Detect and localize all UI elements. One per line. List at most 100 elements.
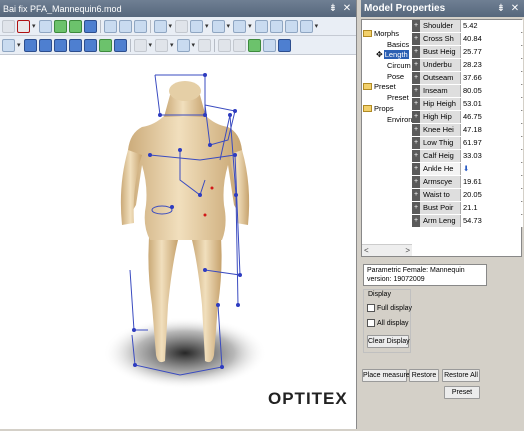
property-row[interactable]: + Armscye 19.61	[412, 176, 523, 188]
clear-display-button[interactable]: Clear Display	[367, 335, 410, 348]
expand-icon[interactable]: +	[412, 98, 420, 110]
all-display-checkbox[interactable]: All display	[367, 319, 409, 327]
property-value[interactable]: 53.01	[461, 98, 523, 110]
dropdown-caret-icon[interactable]: ▾	[17, 41, 21, 49]
property-row[interactable]: + Cross Sh 40.84	[412, 33, 523, 45]
tree-item-length[interactable]: ✥ Length	[376, 50, 409, 59]
display-icon[interactable]	[211, 19, 225, 33]
tree-item-props[interactable]: Props	[363, 104, 394, 113]
grid-icon[interactable]	[118, 19, 132, 33]
pin-tool-icon[interactable]	[233, 38, 247, 52]
restore-all-button[interactable]: Restore All	[442, 369, 480, 382]
restore-button[interactable]: Restore	[409, 369, 439, 382]
property-row[interactable]: + Inseam 80.05	[412, 85, 523, 97]
dropdown-arrow-icon[interactable]: ⬇	[463, 164, 469, 173]
dropdown-caret-icon[interactable]: ▾	[315, 22, 319, 30]
place-measure-button[interactable]: Place measure	[362, 369, 410, 382]
property-value[interactable]: 46.75	[461, 111, 523, 123]
view-side-icon[interactable]	[38, 38, 52, 52]
image-icon[interactable]	[133, 19, 147, 33]
full-display-checkbox[interactable]: Full display	[367, 304, 412, 312]
close-icon[interactable]: ✕	[341, 3, 353, 15]
property-row[interactable]: + Hip Heigh 53.01	[412, 98, 523, 110]
settings-icon[interactable]	[2, 19, 15, 33]
checkbox-box[interactable]	[367, 304, 375, 312]
property-row[interactable]: + Low Thig 61.97	[412, 137, 523, 149]
brush-icon[interactable]	[218, 38, 232, 52]
arrow-down-icon[interactable]	[68, 19, 82, 33]
scroll-left-icon[interactable]: <	[364, 246, 369, 255]
property-value[interactable]: 21.1	[461, 202, 523, 214]
dropdown-caret-icon[interactable]: ▾	[248, 22, 252, 30]
property-value[interactable]: 40.84	[461, 33, 523, 45]
property-value[interactable]: ⬇	[461, 163, 523, 175]
dropdown-caret-icon[interactable]: ▾	[149, 41, 153, 49]
monitor-icon[interactable]	[113, 38, 127, 52]
expand-icon[interactable]: +	[412, 111, 420, 123]
axis-icon[interactable]	[153, 19, 167, 33]
pin-icon[interactable]: ⇟	[327, 3, 339, 15]
property-value[interactable]: 33.03	[461, 150, 523, 162]
property-value[interactable]: 37.66	[461, 72, 523, 84]
preset-button[interactable]: Preset	[444, 386, 480, 399]
window-icon[interactable]	[38, 19, 52, 33]
play-icon[interactable]	[83, 19, 97, 33]
property-value[interactable]: 54.73	[461, 215, 523, 227]
horizontal-scrollbar[interactable]: < >	[362, 244, 412, 256]
fabric-icon[interactable]	[278, 38, 292, 52]
expand-icon[interactable]: +	[412, 46, 420, 58]
property-value[interactable]: 61.97	[461, 137, 523, 149]
tree-item-pose[interactable]: Pose	[387, 72, 404, 81]
tree-item-preset-child[interactable]: Preset	[387, 93, 409, 102]
layout-icon[interactable]	[103, 19, 117, 33]
property-value[interactable]: 47.18	[461, 124, 523, 136]
expand-icon[interactable]: +	[412, 33, 420, 45]
property-row[interactable]: + Bust Heig 25.77	[412, 46, 523, 58]
property-value[interactable]: 25.77	[461, 46, 523, 58]
render-icon[interactable]	[98, 38, 112, 52]
property-value[interactable]: 19.61	[461, 176, 523, 188]
dropdown-caret-icon[interactable]: ▾	[192, 41, 196, 49]
property-row[interactable]: + Underbu 28.23	[412, 59, 523, 71]
delete-icon[interactable]	[17, 19, 30, 33]
view-persp-icon[interactable]	[83, 38, 97, 52]
dropdown-caret-icon[interactable]: ▾	[32, 22, 36, 30]
property-row[interactable]: + Outseam 37.66	[412, 72, 523, 84]
expand-icon[interactable]: +	[412, 150, 420, 162]
refresh-icon[interactable]	[53, 19, 67, 33]
dropdown-caret-icon[interactable]: ▾	[169, 22, 173, 30]
property-row[interactable]: + High Hip 46.75	[412, 111, 523, 123]
scroll-right-icon[interactable]: >	[405, 246, 410, 255]
expand-icon[interactable]: +	[412, 137, 420, 149]
view-top-icon[interactable]	[68, 38, 82, 52]
expand-icon[interactable]: +	[412, 124, 420, 136]
property-value[interactable]: 80.05	[461, 85, 523, 97]
view-front-icon[interactable]	[23, 38, 37, 52]
dropdown-caret-icon[interactable]: ▾	[227, 22, 231, 30]
dropdown-caret-icon[interactable]: ▾	[170, 41, 174, 49]
panel-alt-icon[interactable]	[284, 19, 298, 33]
property-row[interactable]: + Bust Poir 21.1	[412, 202, 523, 214]
property-value[interactable]: 20.05	[461, 189, 523, 201]
select-icon[interactable]	[2, 38, 15, 52]
property-row[interactable]: + Knee Hei 47.18	[412, 124, 523, 136]
tree-item-environ[interactable]: Environ	[387, 115, 412, 124]
expand-icon[interactable]: +	[412, 215, 420, 227]
panel-icon[interactable]	[269, 19, 283, 33]
dropdown-caret-icon[interactable]: ▾	[205, 22, 209, 30]
expand-icon[interactable]: +	[412, 202, 420, 214]
property-row[interactable]: + Ankle He ⬇	[412, 163, 523, 175]
expand-icon[interactable]: +	[412, 163, 420, 175]
expand-icon[interactable]: +	[412, 85, 420, 97]
rotate-icon[interactable]	[133, 38, 147, 52]
close-icon[interactable]: ✕	[509, 3, 521, 15]
3d-viewport[interactable]	[0, 55, 356, 429]
zoom-icon[interactable]	[176, 38, 190, 52]
chart-icon[interactable]	[299, 19, 313, 33]
expand-icon[interactable]: +	[412, 176, 420, 188]
expand-icon[interactable]: +	[412, 189, 420, 201]
shape-icon[interactable]	[233, 19, 247, 33]
move-icon[interactable]	[155, 38, 169, 52]
tree-item-preset[interactable]: Preset	[363, 82, 396, 91]
property-value[interactable]: 28.23	[461, 59, 523, 71]
